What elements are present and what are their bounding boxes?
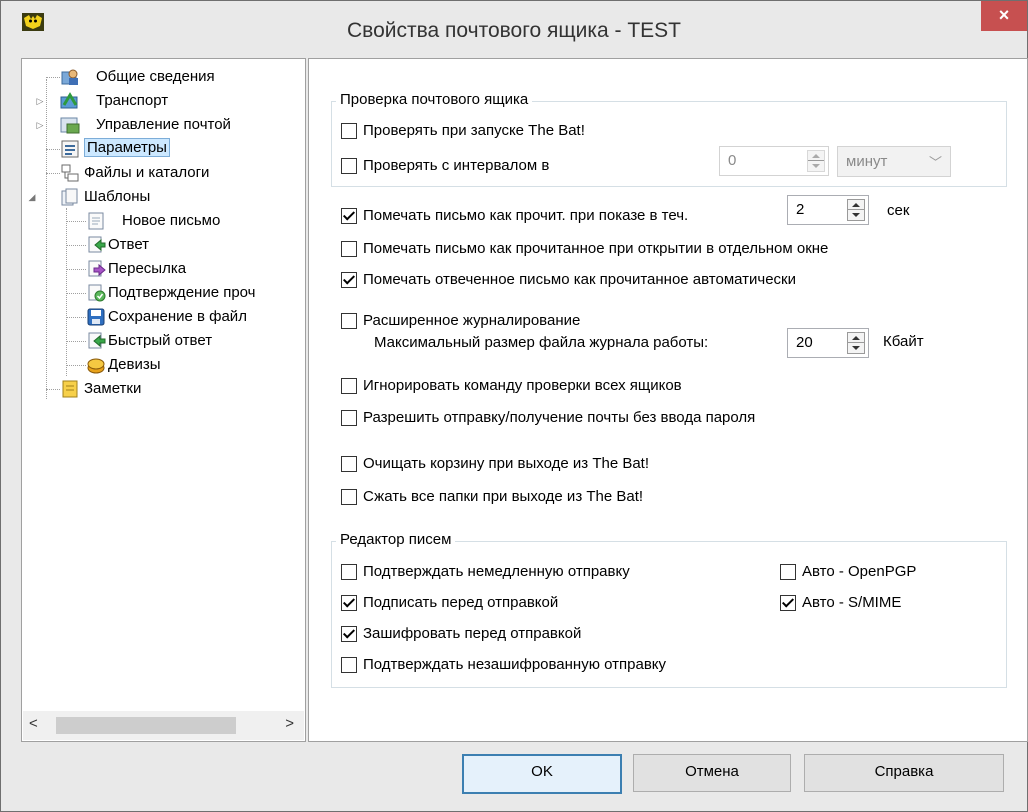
- help-button[interactable]: Справка: [804, 754, 1004, 792]
- interval-unit-select[interactable]: минут ﹀: [837, 146, 951, 177]
- scroll-left-icon[interactable]: <: [29, 715, 38, 732]
- chevron-down-icon: ﹀: [928, 155, 942, 170]
- checkbox-box[interactable]: [341, 271, 357, 288]
- expand-arrow-icon[interactable]: ▷: [34, 115, 46, 135]
- checkbox-box[interactable]: [341, 312, 357, 329]
- checkbox-box[interactable]: [341, 122, 357, 139]
- tree-item-mottos[interactable]: Девизы: [22, 355, 302, 377]
- interval-spinner[interactable]: 0: [719, 146, 829, 176]
- checkbox-box[interactable]: [341, 157, 357, 174]
- checkbox-box[interactable]: [341, 656, 357, 673]
- tree-item-templates[interactable]: ◢ Шаблоны: [22, 187, 302, 209]
- checkbox-box[interactable]: [780, 594, 796, 611]
- tree-item-mail-management[interactable]: ▷ Управление почтой: [22, 115, 302, 137]
- spinner-buttons[interactable]: [847, 199, 865, 221]
- seconds-unit-label: сек: [887, 202, 910, 219]
- save-file-icon: [87, 308, 105, 326]
- tree-horizontal-scrollbar[interactable]: < >: [23, 711, 304, 740]
- mail-management-icon: [60, 117, 80, 134]
- spinner-buttons[interactable]: [847, 332, 865, 354]
- ok-button[interactable]: OK: [462, 754, 622, 794]
- forward-icon: [88, 260, 106, 277]
- empty-trash-checkbox[interactable]: Очищать корзину при выходе из The Bat!: [341, 455, 649, 472]
- parameters-icon: [61, 140, 79, 158]
- parameters-panel: Проверка почтового ящика Проверять при з…: [308, 58, 1028, 742]
- group-title: Проверка почтового ящика: [336, 91, 533, 108]
- compress-folders-checkbox[interactable]: Сжать все папки при выходе из The Bat!: [341, 488, 643, 505]
- encrypt-before-send-checkbox[interactable]: Зашифровать перед отправкой: [341, 625, 581, 642]
- mark-read-window-checkbox[interactable]: Помечать письмо как прочитанное при откр…: [341, 240, 828, 257]
- quick-reply-icon: [88, 332, 106, 349]
- settings-tree: Общие сведения ▷ Транспорт ▷ Управление …: [21, 58, 306, 742]
- letter-editor-group: Редактор писем Подтверждать немедленную …: [331, 531, 1007, 688]
- ignore-check-all-checkbox[interactable]: Игнорировать команду проверки всех ящико…: [341, 377, 682, 394]
- transport-icon: [60, 92, 78, 109]
- mark-replied-read-checkbox[interactable]: Помечать отвеченное письмо как прочитанн…: [341, 271, 796, 288]
- tree-item-new-letter[interactable]: Новое письмо: [22, 211, 302, 233]
- read-confirm-icon: [88, 284, 106, 302]
- window-title: Свойства почтового ящика - TEST: [347, 19, 681, 42]
- tree-item-files-folders[interactable]: Файлы и каталоги: [22, 163, 302, 185]
- tree-item-read-confirmation[interactable]: Подтверждение проч: [22, 283, 305, 305]
- new-letter-icon: [88, 212, 104, 230]
- confirm-send-checkbox[interactable]: Подтверждать немедленную отправку: [341, 563, 630, 580]
- sign-before-send-checkbox[interactable]: Подписать перед отправкой: [341, 594, 558, 611]
- tree-item-reply[interactable]: Ответ: [22, 235, 302, 257]
- checkbox-box[interactable]: [341, 240, 357, 257]
- mottos-icon: [87, 358, 105, 374]
- preview-seconds-spinner[interactable]: 2: [787, 195, 869, 225]
- tree-item-forward[interactable]: Пересылка: [22, 259, 302, 281]
- spinner-buttons[interactable]: [807, 150, 825, 172]
- tree-item-notes[interactable]: Заметки: [22, 379, 302, 401]
- tree-item-parameters[interactable]: Параметры: [22, 138, 302, 161]
- properties-dialog: Свойства почтового ящика - TEST × Общие …: [0, 0, 1028, 812]
- tree-item-save-to-file[interactable]: Сохранение в файл: [22, 307, 302, 329]
- checkbox-box[interactable]: [341, 377, 357, 394]
- auto-openpgp-checkbox[interactable]: Авто - OpenPGP: [780, 563, 916, 580]
- no-password-checkbox[interactable]: Разрешить отправку/получение почты без в…: [341, 409, 755, 426]
- cancel-button[interactable]: Отмена: [633, 754, 791, 792]
- scroll-right-icon[interactable]: >: [285, 715, 294, 732]
- folders-icon: [61, 164, 79, 182]
- scroll-thumb[interactable]: [56, 717, 236, 734]
- notes-icon: [62, 380, 78, 398]
- checkbox-box[interactable]: [341, 625, 357, 642]
- checkbox-box[interactable]: [341, 488, 357, 505]
- auto-smime-checkbox[interactable]: Авто - S/MIME: [780, 594, 901, 611]
- tree-item-transport[interactable]: ▷ Транспорт: [22, 91, 302, 113]
- group-title: Редактор писем: [336, 531, 456, 548]
- checkbox-box[interactable]: [341, 409, 357, 426]
- checkbox-box[interactable]: [341, 455, 357, 472]
- check-interval-checkbox[interactable]: Проверять с интервалом в: [341, 157, 549, 174]
- checkbox-box[interactable]: [341, 594, 357, 611]
- close-button[interactable]: ×: [981, 1, 1027, 31]
- kbyte-unit-label: Кбайт: [883, 333, 924, 350]
- reply-icon: [88, 236, 106, 253]
- mailbox-check-group: Проверка почтового ящика Проверять при з…: [331, 91, 1007, 187]
- log-size-spinner[interactable]: 20: [787, 328, 869, 358]
- check-on-start-checkbox[interactable]: Проверять при запуске The Bat!: [341, 122, 585, 139]
- collapse-arrow-icon[interactable]: ◢: [26, 187, 38, 207]
- confirm-unencrypted-checkbox[interactable]: Подтверждать незашифрованную отправку: [341, 656, 666, 673]
- extended-log-checkbox[interactable]: Расширенное журналирование: [341, 312, 580, 329]
- user-card-icon: [61, 69, 78, 85]
- title-bar: Свойства почтового ящика - TEST ×: [1, 1, 1027, 57]
- checkbox-box[interactable]: [341, 207, 357, 224]
- checkbox-box[interactable]: [341, 563, 357, 580]
- log-size-label: Максимальный размер файла журнала работы…: [374, 334, 709, 351]
- templates-icon: [61, 188, 78, 206]
- checkbox-box[interactable]: [780, 563, 796, 580]
- tree-item-general[interactable]: Общие сведения: [22, 67, 302, 89]
- tree-item-quick-reply[interactable]: Быстрый ответ: [22, 331, 302, 353]
- expand-arrow-icon[interactable]: ▷: [34, 91, 46, 111]
- mark-read-preview-checkbox[interactable]: Помечать письмо как прочит. при показе в…: [341, 207, 688, 224]
